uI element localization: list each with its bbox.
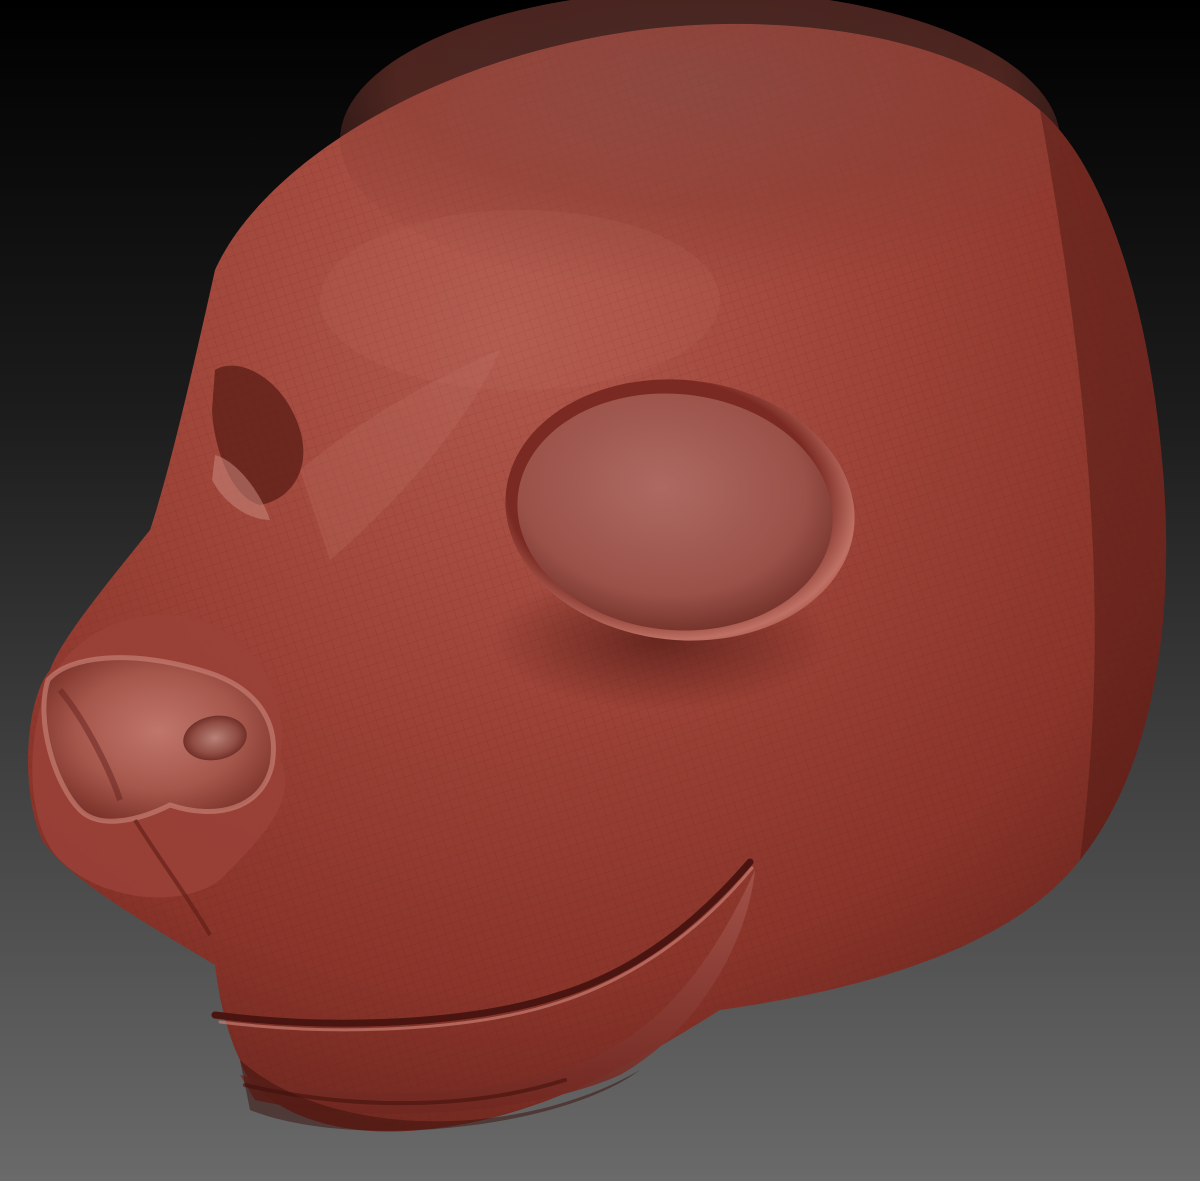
render-canvas — [0, 0, 1200, 1181]
forehead-highlight — [320, 210, 720, 390]
3d-viewport[interactable] — [0, 0, 1200, 1181]
